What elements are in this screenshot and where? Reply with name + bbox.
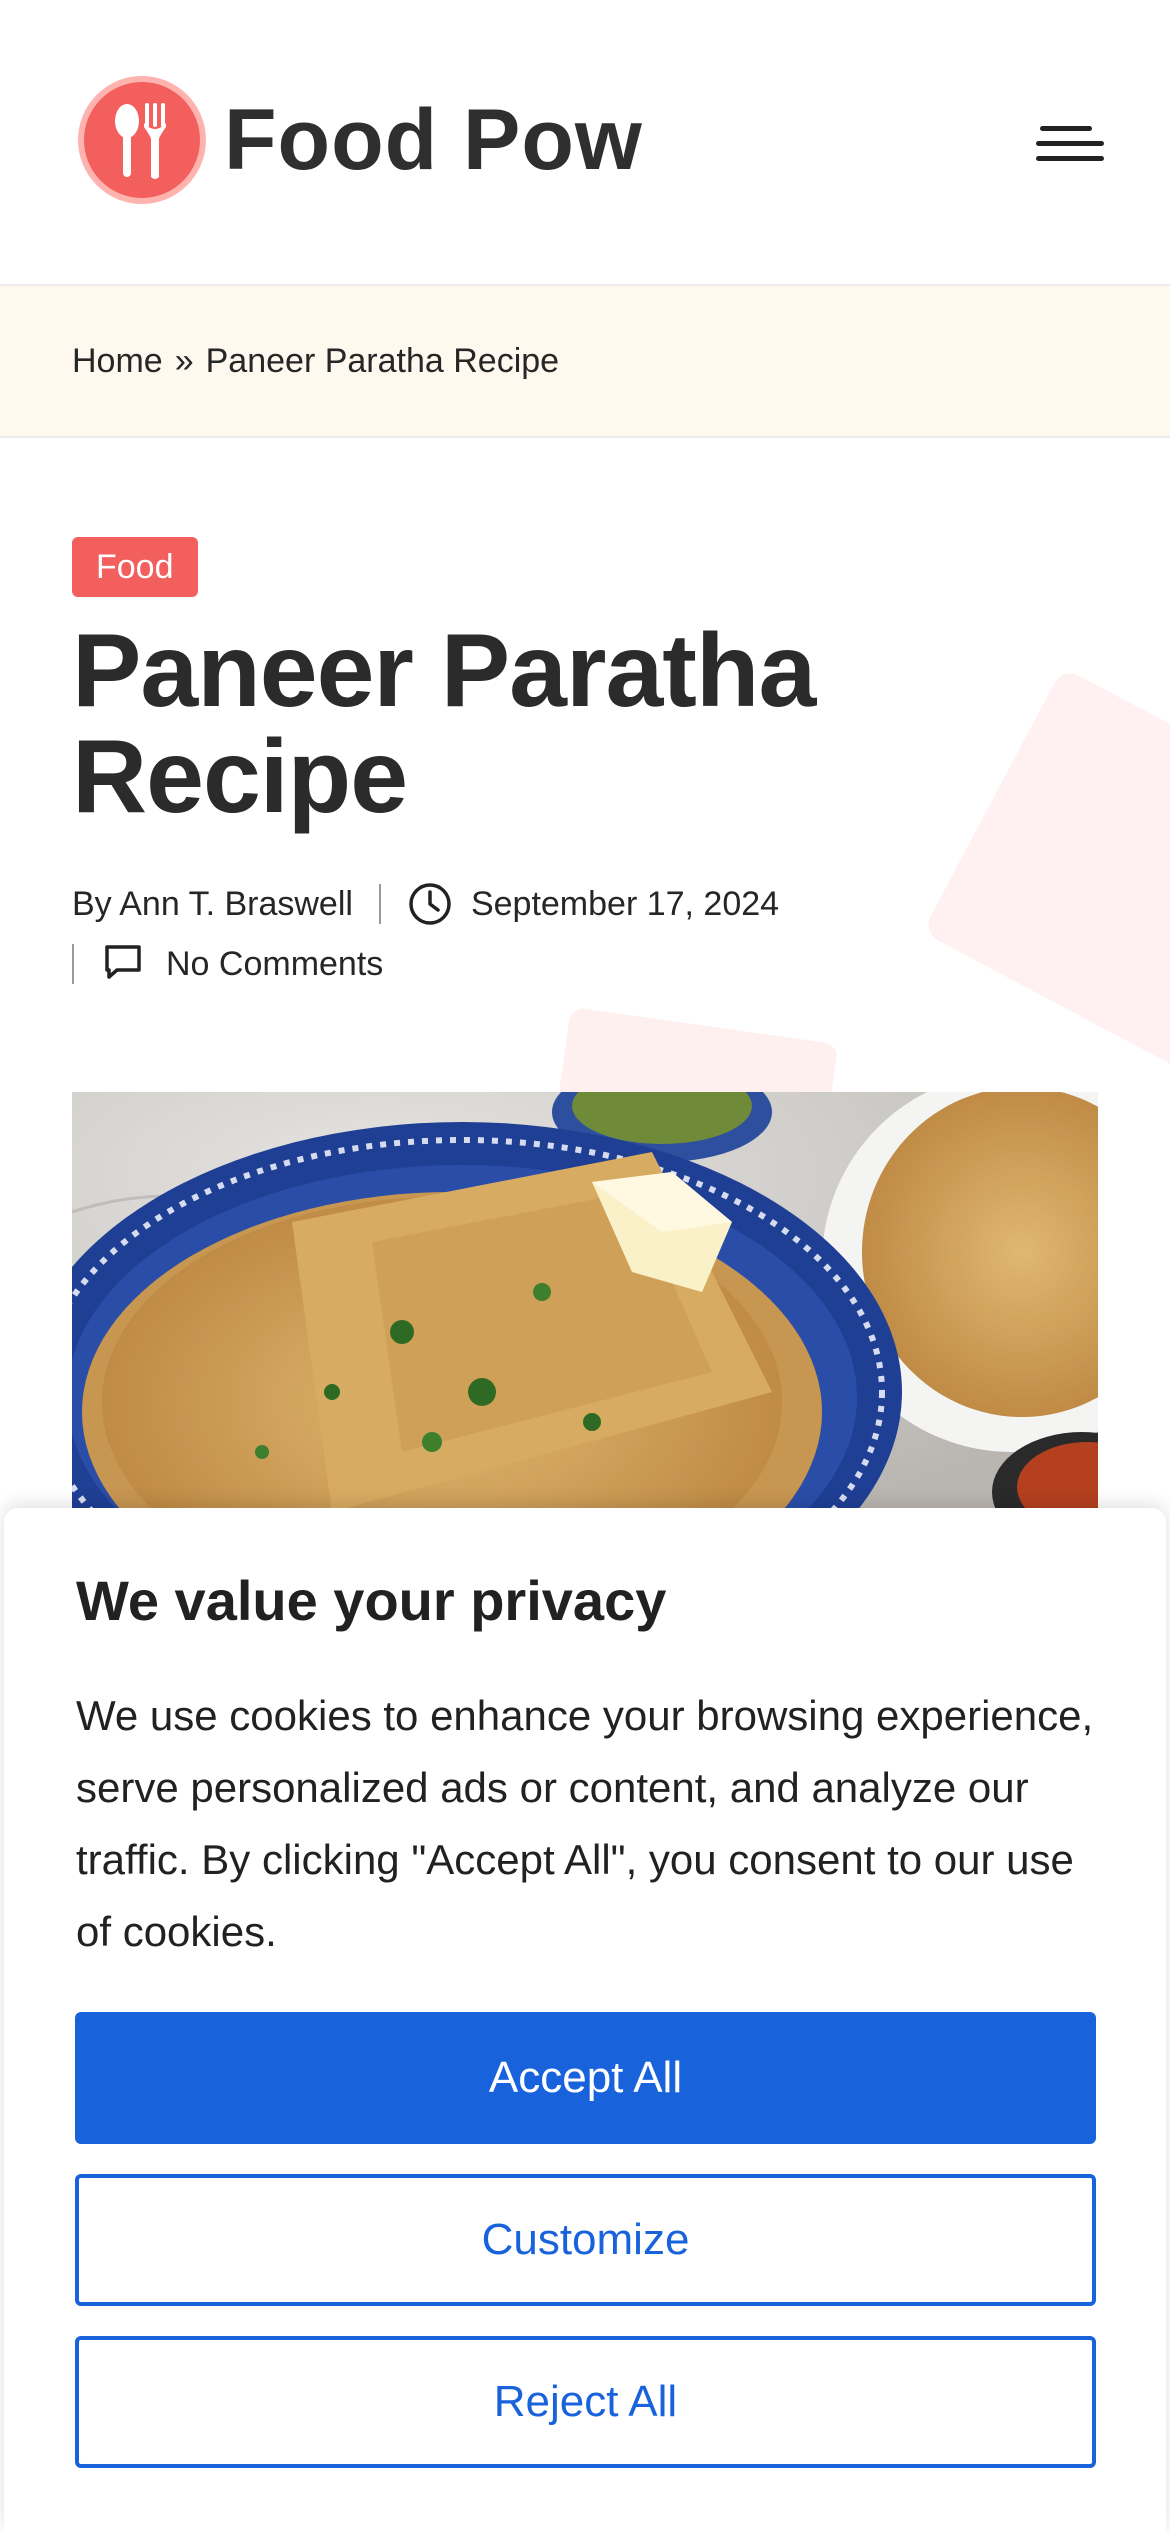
post-comments-link[interactable]: No Comments: [166, 945, 383, 984]
cookie-consent-banner: We value your privacy We use cookies to …: [4, 1508, 1166, 2532]
post-date: September 17, 2024: [470, 884, 780, 923]
site-name: Food Pow: [224, 91, 643, 188]
breadcrumb-home-link[interactable]: Home: [72, 342, 163, 381]
post-title: Paneer Paratha Recipe: [72, 613, 816, 835]
hamburger-menu-icon[interactable]: [1036, 122, 1104, 166]
reject-all-button[interactable]: Reject All: [75, 2336, 1096, 2468]
category-badge[interactable]: Food: [72, 537, 198, 597]
meta-divider: [378, 884, 381, 924]
meta-divider: [72, 944, 74, 984]
post-author[interactable]: By Ann T. Braswell: [72, 885, 353, 924]
customize-button[interactable]: Customize: [75, 2174, 1096, 2306]
post-meta-comments: No Comments: [72, 936, 383, 992]
cookie-banner-title: We value your privacy: [76, 1569, 667, 1632]
post-meta: By Ann T. Braswell September 17, 2024: [72, 876, 779, 932]
breadcrumb: Home » Paneer Paratha Recipe: [0, 286, 1170, 438]
spoon-fork-logo-icon: [78, 76, 206, 204]
breadcrumb-current: Paneer Paratha Recipe: [205, 341, 560, 380]
site-header: Food Pow: [0, 0, 1170, 286]
comment-icon: [102, 941, 148, 987]
accept-all-button[interactable]: Accept All: [75, 2012, 1096, 2144]
clock-icon: [407, 881, 453, 927]
cookie-banner-text: We use cookies to enhance your browsing …: [76, 1692, 1094, 1955]
featured-image: [72, 1092, 1098, 1512]
breadcrumb-separator: »: [174, 341, 194, 380]
site-logo[interactable]: Food Pow: [78, 76, 643, 204]
